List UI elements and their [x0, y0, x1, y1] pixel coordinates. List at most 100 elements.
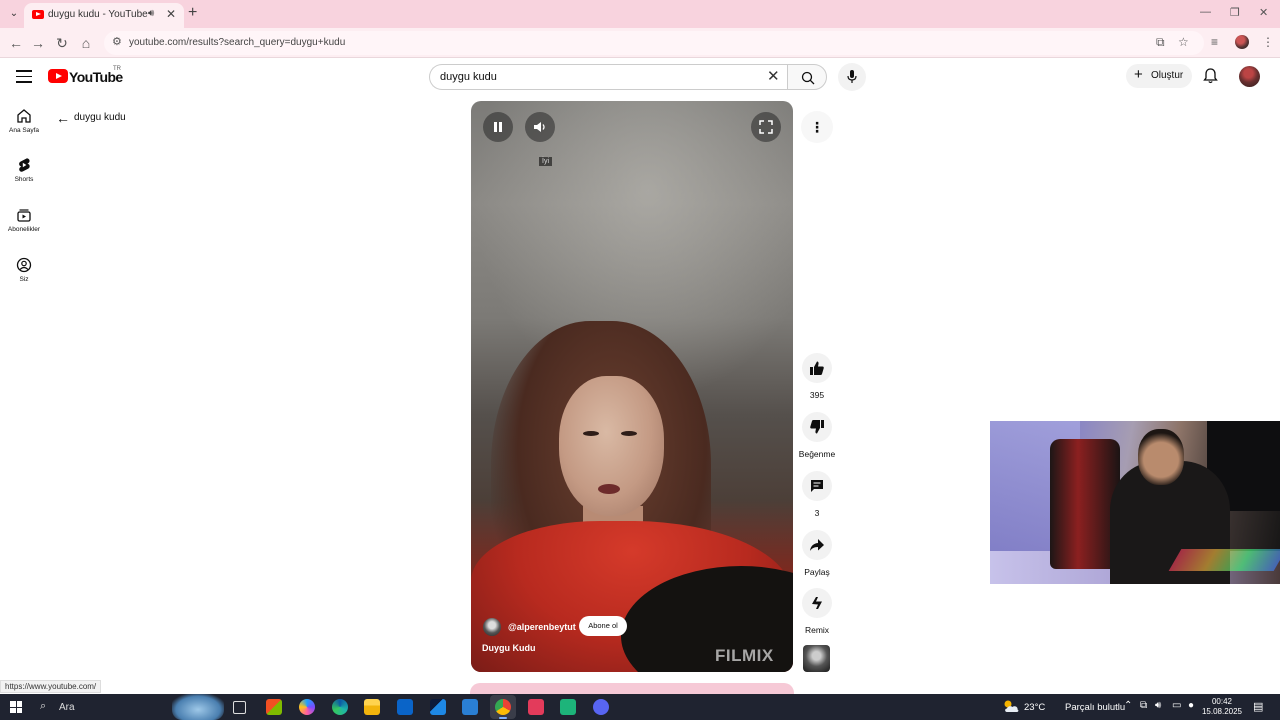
user-avatar[interactable] — [1239, 66, 1260, 87]
search-input[interactable]: duygu kudu ✕ — [429, 64, 787, 90]
channel-avatar[interactable] — [483, 618, 501, 636]
create-button[interactable]: + Oluştur — [1126, 64, 1192, 88]
tray-speaker-icon[interactable]: 🔊︎ — [1155, 700, 1161, 711]
discord-icon[interactable] — [593, 699, 609, 715]
video-frame-eye — [583, 431, 599, 436]
shorts-player[interactable]: İyi @alperenbeytut Abone ol Duygu Kudu F… — [471, 101, 793, 672]
tray-app-icon[interactable]: ⧉ — [1140, 700, 1147, 711]
comments-button[interactable] — [802, 471, 832, 501]
fullscreen-icon — [759, 120, 773, 134]
outlook-icon[interactable] — [397, 699, 413, 715]
file-explorer-icon[interactable] — [364, 699, 380, 715]
channel-handle[interactable]: @alperenbeytut — [508, 622, 576, 632]
bookmark-star-icon[interactable]: ☆ — [1178, 35, 1189, 49]
like-button[interactable] — [802, 353, 832, 383]
task-view-icon[interactable] — [233, 701, 246, 714]
thumbs-down-icon — [810, 420, 824, 434]
edge-browser-icon[interactable] — [332, 699, 348, 715]
minimize-icon[interactable]: — — [1200, 6, 1211, 18]
clock-date: 15.08.2025 — [1201, 707, 1243, 716]
fullscreen-button[interactable] — [751, 112, 781, 142]
voice-search-button[interactable] — [838, 63, 866, 91]
status-url-bubble: https://www.youtube.com/ — [0, 680, 102, 693]
tab-search-icon[interactable]: ≡ — [1211, 35, 1218, 49]
windows-start-icon[interactable] — [10, 701, 22, 713]
microsoft-store-icon[interactable] — [266, 699, 282, 715]
guide-label-subscriptions: Abonelikler — [7, 226, 41, 233]
restore-icon[interactable]: ❐ — [1230, 6, 1240, 19]
user-icon — [16, 257, 32, 273]
search-icon — [801, 71, 815, 85]
tray-microphone-icon[interactable]: ● — [1188, 700, 1194, 711]
subscribe-button[interactable]: Abone ol — [579, 616, 627, 636]
video-frame-eye — [621, 431, 637, 436]
forward-button[interactable]: → — [28, 33, 48, 53]
home-button[interactable]: ⌂ — [76, 33, 96, 53]
tab-audio-icon[interactable]: 🔊︎ — [148, 8, 154, 19]
dislike-action[interactable]: Beğenme — [796, 412, 838, 459]
share-action[interactable]: Paylaş — [796, 530, 838, 577]
back-arrow-icon[interactable]: ← — [56, 111, 70, 125]
browser-tab[interactable]: duygu kudu - YouTube 🔊︎ ✕ — [24, 3, 184, 28]
guide-item-you[interactable]: Siz — [0, 257, 48, 283]
webcam-rgb-keyboard — [1168, 549, 1280, 571]
tray-chevron-up-icon[interactable]: ⌃ — [1124, 700, 1132, 711]
create-label: Oluştur — [1151, 70, 1184, 81]
search-button[interactable] — [787, 64, 827, 90]
install-app-icon[interactable]: ⧉ — [1156, 35, 1165, 50]
share-button[interactable] — [802, 530, 832, 560]
volume-button[interactable] — [525, 112, 555, 142]
guide-item-shorts[interactable]: Shorts — [0, 157, 48, 183]
volume-icon — [534, 122, 545, 132]
tray-network-icon[interactable]: ▭ — [1172, 700, 1181, 711]
browser-menu-icon[interactable]: ⋮ — [1262, 35, 1274, 49]
guide-label-you: Siz — [19, 276, 29, 283]
comments-action[interactable]: 3 — [796, 471, 838, 518]
copilot-icon[interactable] — [299, 699, 315, 715]
country-code: TR — [113, 66, 121, 72]
guide-item-home[interactable]: Ana Sayfa — [0, 108, 48, 134]
video-frame-face — [559, 376, 664, 516]
new-tab-button[interactable]: + — [188, 4, 197, 22]
subscriptions-icon — [17, 209, 31, 222]
search-highlight-art — [172, 694, 224, 720]
reload-button[interactable]: ↻ — [52, 33, 72, 53]
vscode-icon[interactable] — [462, 699, 478, 715]
steam-icon[interactable] — [430, 699, 446, 715]
like-action[interactable]: 395 — [796, 353, 838, 400]
short-title[interactable]: Duygu Kudu — [482, 643, 536, 653]
address-bar[interactable]: ⚙ youtube.com/results?search_query=duygu… — [104, 31, 1204, 55]
guide-menu-icon[interactable] — [16, 70, 32, 83]
tab-search-chevron-icon[interactable]: ⌄ — [6, 6, 22, 22]
like-count: 395 — [809, 390, 825, 400]
shorts-icon — [19, 158, 30, 172]
browser-tabstrip: ⌄ duygu kudu - YouTube 🔊︎ ✕ + — ❐ ✕ — [0, 0, 1280, 28]
home-icon — [17, 109, 31, 123]
tab-close-icon[interactable]: ✕ — [166, 7, 176, 21]
notification-center-icon[interactable]: ▤ — [1253, 700, 1263, 713]
filmix-watermark: FILMIX — [715, 646, 774, 665]
whatsapp-icon[interactable] — [560, 699, 576, 715]
chrome-icon[interactable] — [495, 699, 511, 715]
clock-time: 00:42 — [1211, 697, 1233, 706]
browser-profile-avatar[interactable] — [1235, 35, 1249, 49]
windows-taskbar: ⌕ Ara 23°C Parçalı bulutlu ⌃ ⧉ 🔊︎ ▭ ● 00… — [0, 694, 1280, 720]
back-button[interactable]: ← — [6, 33, 26, 53]
remix-action[interactable]: Remix — [796, 588, 838, 635]
taskbar-search[interactable]: ⌕ Ara — [30, 697, 180, 717]
youtube-favicon-icon — [32, 10, 44, 19]
sound-thumbnail[interactable] — [803, 645, 830, 672]
share-label: Paylaş — [804, 567, 830, 577]
taskbar-clock[interactable]: 00:42 15.08.2025 — [1200, 697, 1244, 717]
pause-button[interactable] — [483, 112, 513, 142]
site-info-icon[interactable]: ⚙ — [112, 35, 122, 48]
dislike-button[interactable] — [802, 412, 832, 442]
notifications-bell-icon[interactable] — [1203, 68, 1218, 84]
pocketcasts-icon[interactable] — [528, 699, 544, 715]
clear-search-icon[interactable]: ✕ — [767, 68, 780, 86]
window-close-icon[interactable]: ✕ — [1259, 6, 1268, 19]
active-indicator — [499, 717, 507, 719]
remix-button[interactable] — [802, 588, 832, 618]
more-options-button[interactable]: ⋮ — [801, 111, 833, 143]
guide-item-subscriptions[interactable]: Abonelikler — [0, 207, 48, 233]
